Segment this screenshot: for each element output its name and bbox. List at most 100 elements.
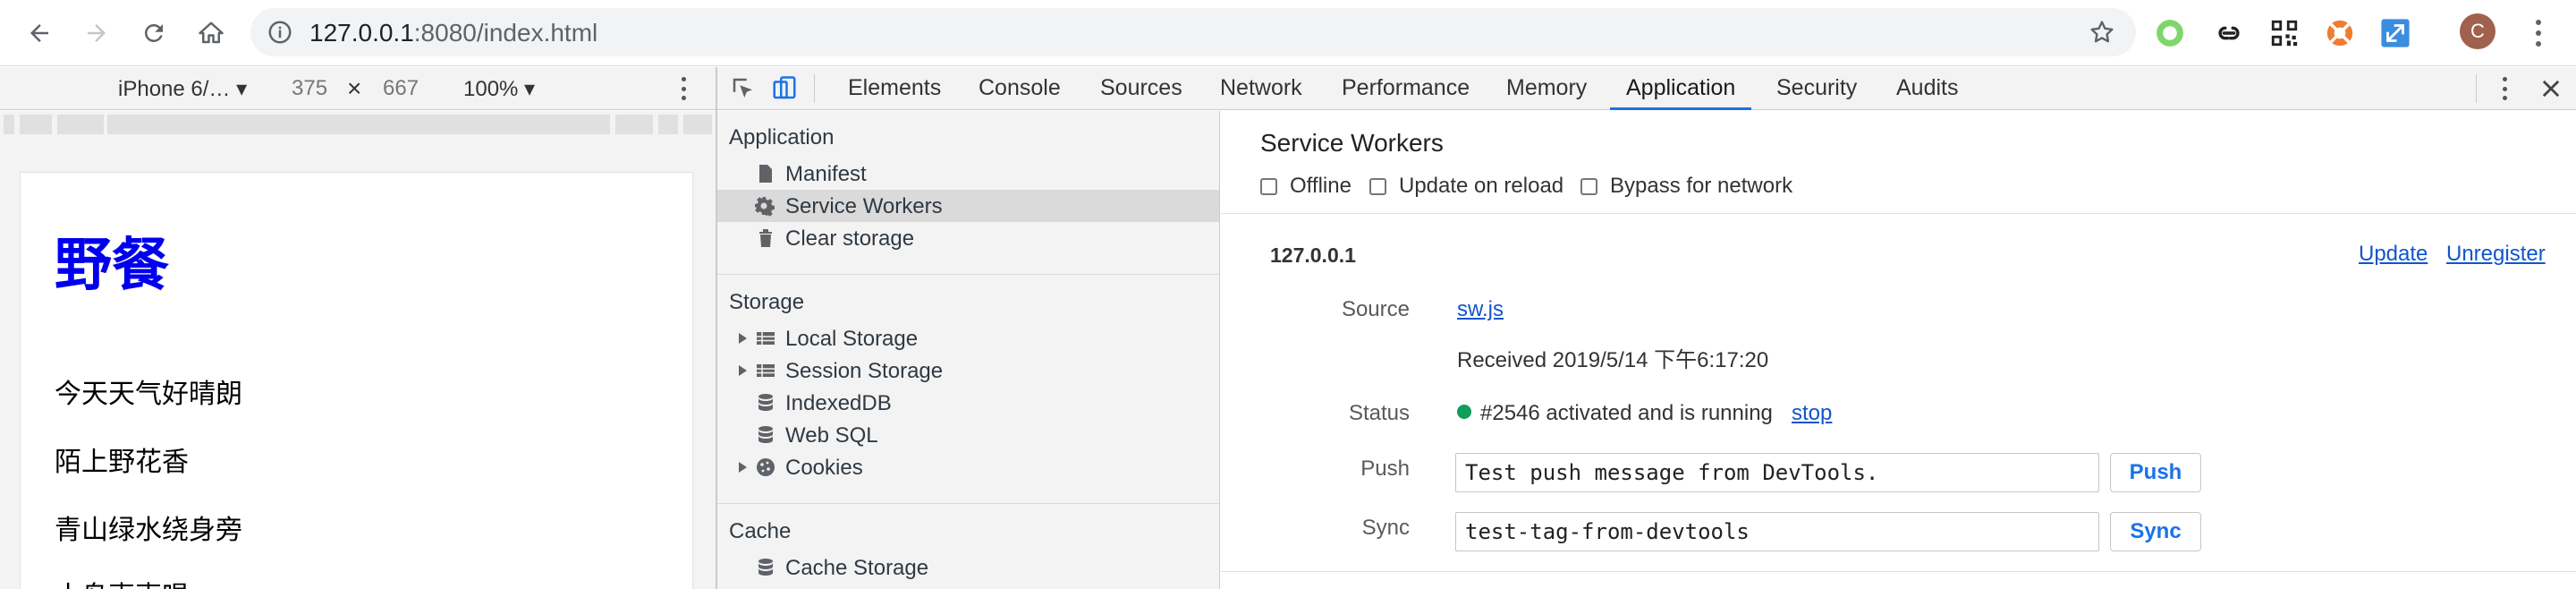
trash-icon [759,229,772,247]
sidebar-item-label: Service Workers [785,194,943,218]
source-file-link[interactable]: sw.js [1457,297,1504,322]
home-icon[interactable] [193,15,229,51]
sidebar-item-label: Cache Storage [785,556,929,580]
sidebar-item-label: Local Storage [785,327,919,351]
sidebar-item-local-storage[interactable]: Local Storage [717,322,1219,354]
sidebar-item-label: Session Storage [785,359,944,383]
tab-security[interactable]: Security [1776,67,1857,109]
browser-menu-icon[interactable] [2529,16,2547,50]
extension-link-icon[interactable] [2213,17,2245,49]
ruler-segment[interactable] [658,115,678,134]
ruler-segment[interactable] [4,115,14,134]
checkbox-box[interactable] [1369,177,1386,195]
sidebar-divider [717,503,1219,504]
reload-icon[interactable] [136,15,172,51]
unregister-link[interactable]: Unregister [2446,242,2546,267]
checkbox-box[interactable] [1260,177,1277,195]
status-label: Status [1348,401,1410,425]
grid-icon [757,332,775,345]
extension-lifebuoy-icon[interactable] [2324,17,2356,49]
ruler-segment[interactable] [107,115,610,134]
address-bar[interactable]: 127.0.0.1:8080/index.html [250,8,2136,56]
sidebar-item-service-workers[interactable]: Service Workers [717,190,1219,222]
device-width-field[interactable]: 375 [292,76,327,101]
browser-toolbar: 127.0.0.1:8080/index.html C [0,0,2576,66]
checkbox-label: Offline [1290,174,1352,198]
sidebar-item-label: IndexedDB [785,391,892,415]
sidebar-item-label: Manifest [785,162,867,186]
profile-avatar[interactable]: C [2460,13,2496,49]
ruler-segment[interactable] [20,115,52,134]
poem-line: 小鸟声声唱 [55,574,189,589]
file-icon [759,165,772,183]
sync-button[interactable]: Sync [2110,512,2201,551]
toolbar-divider [814,74,815,103]
tab-elements[interactable]: Elements [848,67,941,109]
sync-tag-input[interactable]: test-tag-from-devtools [1455,512,2099,551]
tab-sources[interactable]: Sources [1100,67,1182,109]
back-icon[interactable] [21,15,57,51]
bypass-for-network-checkbox[interactable]: Bypass for network [1580,174,1792,199]
source-label: Source [1341,297,1410,321]
extension-qrcode-icon[interactable] [2268,17,2301,49]
media-query-ruler [0,111,716,138]
checkbox-label: Bypass for network [1610,174,1793,198]
tab-console[interactable]: Console [979,67,1061,109]
extension-ring-icon[interactable] [2154,17,2186,49]
expand-arrow-icon[interactable] [739,365,747,376]
tab-audits[interactable]: Audits [1896,67,1958,109]
sync-label: Sync [1361,516,1410,540]
ruler-segment[interactable] [683,115,712,134]
device-select[interactable]: iPhone 6/… ▾ [118,76,247,102]
sidebar-item-indexeddb[interactable]: IndexedDB [717,387,1219,419]
checkbox-box[interactable] [1580,177,1597,195]
sidebar-item-manifest[interactable]: Manifest [717,158,1219,190]
device-toggle-icon[interactable] [771,75,798,102]
sidebar-item-label: Cookies [785,456,863,480]
url-text[interactable]: 127.0.0.1:8080/index.html [309,20,597,47]
sidebar-item-session-storage[interactable]: Session Storage [717,354,1219,387]
update-on-reload-checkbox[interactable]: Update on reload [1369,174,1563,199]
section-divider [1221,571,2576,572]
status-text: #2546 activated and is running [1480,401,1773,425]
star-icon[interactable] [2088,18,2116,47]
service-workers-panel: Service Workers Offline Update on reload… [1221,111,2576,589]
sidebar-item-web-sql[interactable]: Web SQL [717,419,1219,451]
checkbox-label: Update on reload [1399,174,1564,198]
panel-title: Service Workers [1260,129,1444,157]
device-toolbar-menu-icon[interactable] [676,74,691,103]
inspect-element-icon[interactable] [730,75,757,102]
devtools-menu-icon[interactable] [2497,74,2512,103]
info-icon[interactable] [267,19,293,46]
application-sidebar: Application Manifest Service Workers Cle… [717,111,1220,589]
push-button[interactable]: Push [2110,453,2201,492]
sidebar-item-cache-storage[interactable]: Cache Storage [717,551,1219,584]
gear-icon [755,197,775,217]
tab-application[interactable]: Application [1609,67,1752,110]
status-dot-icon [1457,405,1471,419]
stop-link[interactable]: stop [1792,401,1832,426]
received-time: Received 2019/5/14 下午6:17:20 [1457,348,1769,372]
poem-line: 陌上野花香 [55,447,189,478]
tab-network[interactable]: Network [1220,67,1302,109]
poem-line: 青山绿水绕身旁 [55,515,242,546]
offline-checkbox[interactable]: Offline [1260,174,1352,199]
push-message-input[interactable]: Test push message from DevTools. [1455,453,2099,492]
ruler-segment[interactable] [57,115,104,134]
url-host: 127.0.0.1 [309,19,414,47]
update-link[interactable]: Update [2359,242,2428,267]
device-height-field[interactable]: 667 [383,76,419,101]
sidebar-item-clear-storage[interactable]: Clear storage [717,222,1219,254]
tab-performance[interactable]: Performance [1342,67,1470,109]
expand-arrow-icon[interactable] [739,462,747,473]
ruler-segment[interactable] [615,115,653,134]
forward-icon[interactable] [79,15,114,51]
extension-resize-icon[interactable] [2379,17,2411,49]
tab-memory[interactable]: Memory [1506,67,1587,109]
section-title-storage: Storage [729,290,805,314]
sidebar-item-cookies[interactable]: Cookies [717,451,1219,483]
database-icon [758,559,773,576]
close-icon[interactable] [2538,76,2563,101]
expand-arrow-icon[interactable] [739,333,747,344]
zoom-select[interactable]: 100% ▾ [463,76,535,102]
